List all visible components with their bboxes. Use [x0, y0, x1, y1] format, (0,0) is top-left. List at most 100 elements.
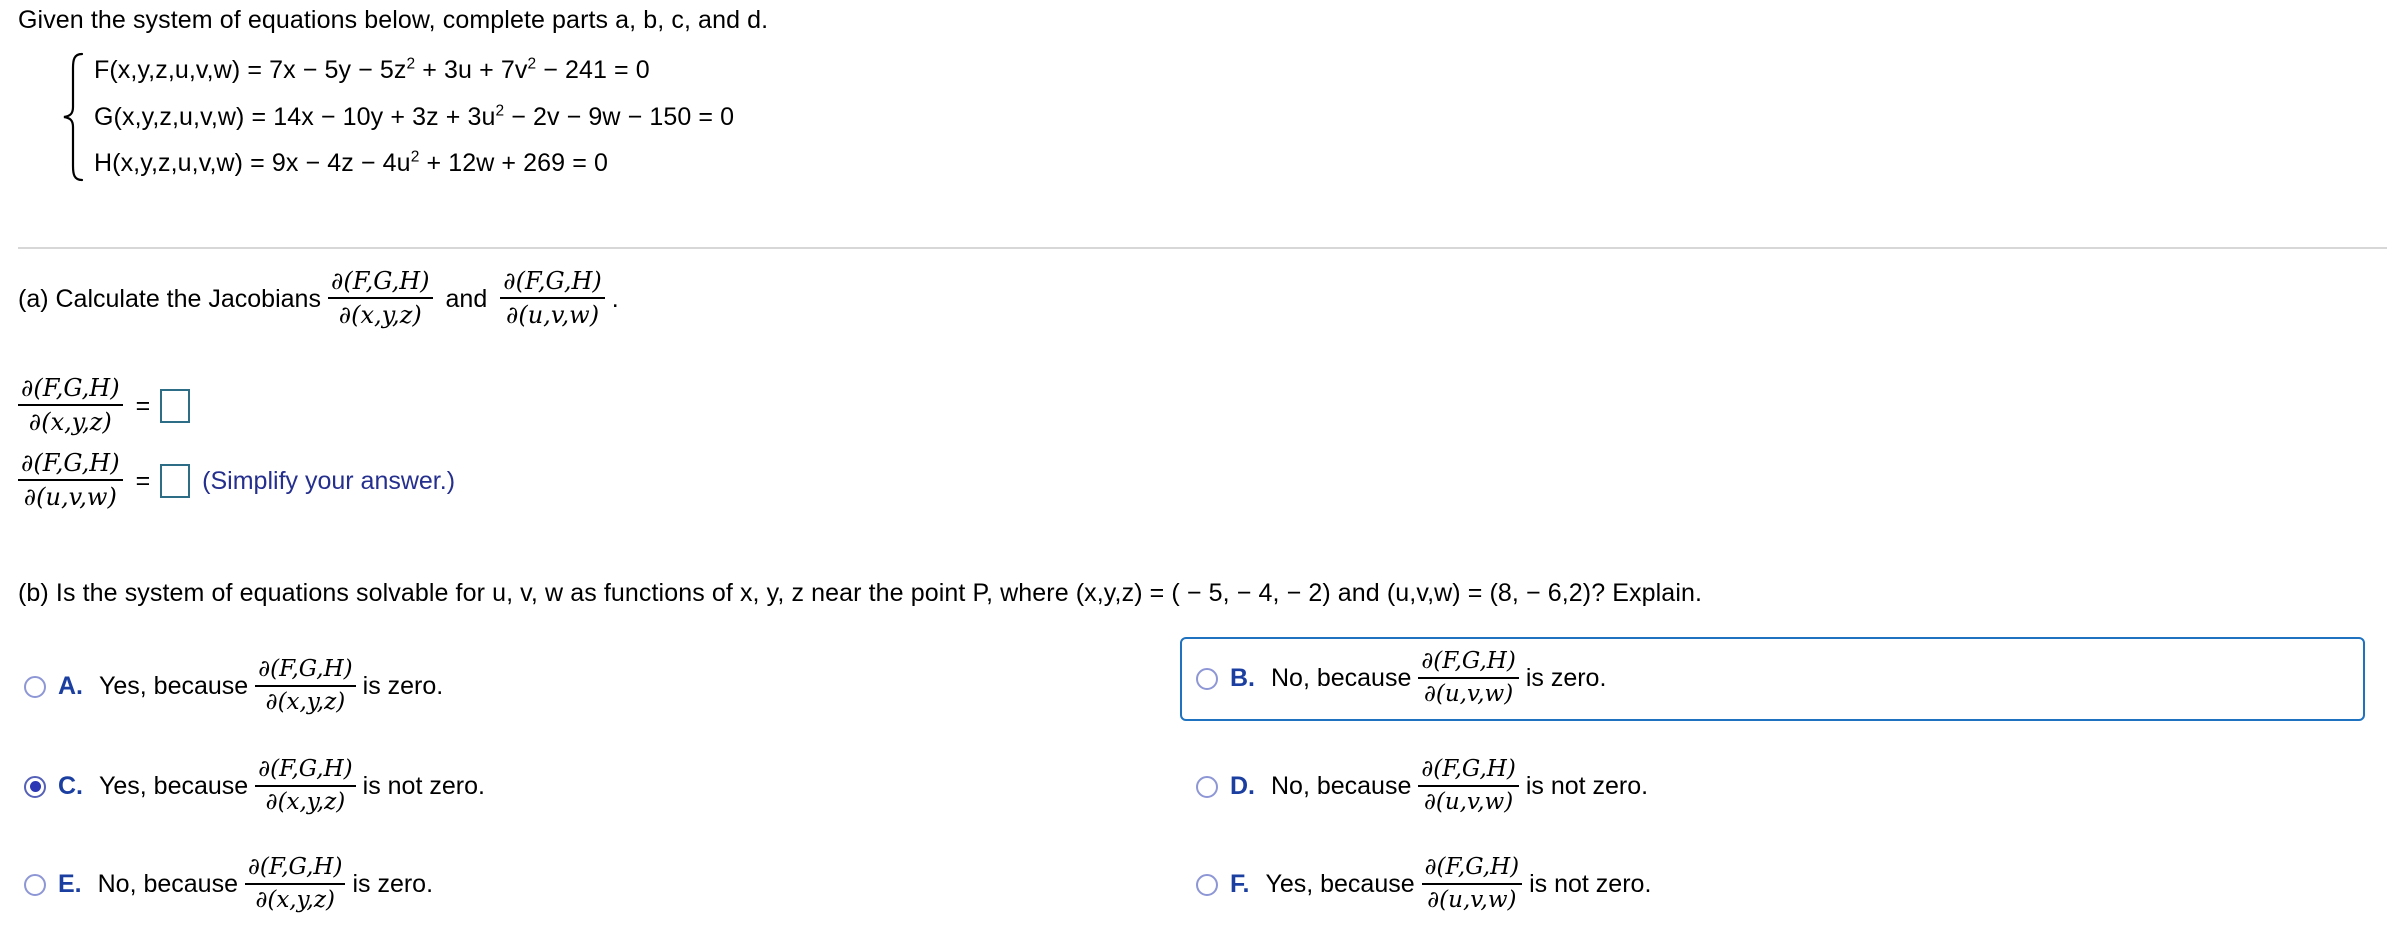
jacobian-denominator: ∂(u,v,w) — [505, 300, 600, 329]
jacobian-fgh-xyz: ∂(F,G,H) ∂(x,y,z) — [327, 267, 433, 329]
fraction-bar — [500, 297, 605, 299]
fraction-bar — [1418, 785, 1519, 787]
equation-H-lhs: H(x,y,z,u,v,w) — [94, 149, 244, 177]
answer-row-uvw: ∂(F,G,H) ∂(u,v,w) = (Simplify your answe… — [18, 449, 456, 512]
fraction-bar — [327, 297, 433, 299]
equals-sign: = — [135, 391, 151, 420]
choice-option-e[interactable]: E. No, because ∂(F,G,H) ∂(x,y,z) is zero… — [8, 843, 753, 927]
equation-F-seg2: + 3u + 7v — [415, 56, 528, 84]
jacobian-denominator: ∂(x,y,z) — [28, 407, 112, 436]
part-a-label: (a) Calculate the Jacobians — [18, 284, 321, 313]
equation-F: F(x,y,z,u,v,w) = 7x − 5y − 5z2 + 3u + 7v… — [94, 52, 734, 89]
radio-button-f[interactable] — [1196, 873, 1218, 896]
choice-option-d[interactable]: D. No, because ∂(F,G,H) ∂(u,v,w) is not … — [1180, 745, 2365, 829]
equation-F-seg1: = 7x − 5y − 5z — [247, 56, 407, 84]
choice-text-d-prefix: No, because — [1271, 772, 1412, 801]
radio-button-a[interactable] — [24, 675, 46, 698]
answer-row-xyz: ∂(F,G,H) ∂(x,y,z) = — [18, 374, 191, 437]
exercise-page: Given the system of equations below, com… — [0, 0, 2387, 930]
equation-H: H(x,y,z,u,v,w) = 9x − 4z − 4u2 + 12w + 2… — [94, 145, 734, 182]
equation-F-exp1: 2 — [406, 55, 416, 73]
fraction-bar — [245, 883, 346, 885]
choice-letter-b: B. — [1230, 664, 1255, 693]
choice-option-a[interactable]: A. Yes, because ∂(F,G,H) ∂(x,y,z) is zer… — [8, 645, 753, 729]
jacobian-numerator: ∂(F,G,H) — [503, 267, 602, 295]
jacobian-denominator: ∂(x,y,z) — [265, 788, 346, 815]
choice-text-f-suffix: is not zero. — [1529, 870, 1652, 899]
part-a-conjunction: and — [445, 284, 488, 313]
choice-text-b-suffix: is zero. — [1525, 664, 1607, 693]
choice-text-c-prefix: Yes, because — [99, 772, 249, 801]
jacobian-fgh-uvw: ∂(F,G,H) ∂(u,v,w) — [1421, 854, 1523, 914]
jacobian-numerator: ∂(F,G,H) — [1421, 756, 1516, 782]
choice-text-c-suffix: is not zero. — [362, 772, 485, 801]
choice-letter-d: D. — [1230, 772, 1255, 801]
choice-letter-c: C. — [58, 772, 83, 801]
equation-F-lhs: F(x,y,z,u,v,w) — [94, 56, 241, 84]
section-divider — [18, 247, 2387, 249]
choice-letter-e: E. — [58, 870, 82, 899]
choice-letter-a: A. — [58, 672, 83, 701]
jacobian-fgh-uvw: ∂(F,G,H) ∂(u,v,w) — [1418, 648, 1519, 708]
jacobian-denominator: ∂(u,v,w) — [1423, 788, 1514, 815]
radio-button-c[interactable] — [24, 775, 46, 798]
jacobian-numerator: ∂(F,G,H) — [248, 854, 343, 880]
choice-option-f[interactable]: F. Yes, because ∂(F,G,H) ∂(u,v,w) is not… — [1180, 843, 2365, 927]
choice-text-a-prefix: Yes, because — [99, 672, 249, 701]
fraction-bar — [18, 479, 123, 481]
jacobian-denominator: ∂(u,v,w) — [23, 482, 117, 511]
equation-F-seg3: − 241 = 0 — [536, 56, 650, 84]
jacobian-fgh-xyz: ∂(F,G,H) ∂(x,y,z) — [18, 374, 123, 436]
part-b-question: (b) Is the system of equations solvable … — [18, 579, 1703, 607]
equation-H-seg2: + 12w + 269 = 0 — [419, 149, 608, 177]
jacobian-fgh-xyz: ∂(F,G,H) ∂(x,y,z) — [255, 756, 356, 816]
choice-option-c[interactable]: C. Yes, because ∂(F,G,H) ∂(x,y,z) is not… — [8, 745, 753, 829]
equation-G-exp1: 2 — [495, 102, 505, 120]
jacobian-denominator: ∂(u,v,w) — [1423, 680, 1514, 707]
jacobian-numerator: ∂(F,G,H) — [258, 656, 353, 682]
answer-input-xyz[interactable] — [160, 389, 191, 424]
fraction-bar — [255, 785, 356, 787]
radio-button-e[interactable] — [24, 873, 46, 896]
fraction-bar — [1421, 883, 1523, 885]
equation-F-exp2: 2 — [527, 55, 537, 73]
equation-G-seg1: = 14x − 10y + 3z + 3u — [251, 102, 496, 131]
radio-button-d[interactable] — [1196, 775, 1218, 798]
curly-brace-icon — [60, 52, 86, 182]
jacobian-fgh-xyz: ∂(F,G,H) ∂(x,y,z) — [245, 854, 346, 914]
jacobian-denominator: ∂(x,y,z) — [265, 688, 346, 715]
answer-input-uvw[interactable] — [160, 464, 191, 499]
radio-button-b[interactable] — [1196, 667, 1218, 690]
equation-G-lhs: G(x,y,z,u,v,w) — [94, 102, 245, 131]
equation-list: F(x,y,z,u,v,w) = 7x − 5y − 5z2 + 3u + 7v… — [86, 52, 734, 182]
equals-sign: = — [135, 466, 151, 495]
choice-text-d-suffix: is not zero. — [1525, 772, 1649, 801]
simplify-hint: (Simplify your answer.) — [202, 466, 456, 495]
page-title: Given the system of equations below, com… — [18, 6, 769, 34]
choice-text-e-suffix: is zero. — [352, 870, 434, 899]
system-of-equations: F(x,y,z,u,v,w) = 7x − 5y − 5z2 + 3u + 7v… — [60, 52, 734, 182]
choice-text-e-prefix: No, because — [97, 870, 238, 899]
equation-G: G(x,y,z,u,v,w) = 14x − 10y + 3z + 3u2 − … — [94, 99, 734, 136]
jacobian-denominator: ∂(x,y,z) — [338, 300, 422, 329]
choice-text-f-prefix: Yes, because — [1265, 870, 1415, 899]
fraction-bar — [255, 685, 356, 687]
jacobian-fgh-uvw: ∂(F,G,H) ∂(u,v,w) — [1418, 756, 1519, 816]
jacobian-fgh-uvw: ∂(F,G,H) ∂(u,v,w) — [18, 449, 123, 511]
jacobian-numerator: ∂(F,G,H) — [1424, 854, 1520, 880]
fraction-bar — [1418, 677, 1519, 679]
jacobian-numerator: ∂(F,G,H) — [21, 449, 120, 477]
jacobian-numerator: ∂(F,G,H) — [21, 374, 120, 402]
jacobian-denominator: ∂(x,y,z) — [255, 886, 335, 913]
equation-G-seg2: − 2v − 9w − 150 = 0 — [504, 102, 735, 131]
jacobian-numerator: ∂(F,G,H) — [258, 756, 353, 782]
jacobian-denominator: ∂(u,v,w) — [1427, 886, 1517, 913]
choice-option-b[interactable]: B. No, because ∂(F,G,H) ∂(u,v,w) is zero… — [1180, 637, 2365, 721]
jacobian-numerator: ∂(F,G,H) — [330, 267, 430, 295]
choice-text-b-prefix: No, because — [1271, 664, 1412, 693]
part-a-prompt: (a) Calculate the Jacobians ∂(F,G,H) ∂(x… — [18, 267, 619, 330]
choice-letter-f: F. — [1230, 870, 1250, 899]
fraction-bar — [18, 404, 123, 406]
jacobian-fgh-xyz: ∂(F,G,H) ∂(x,y,z) — [255, 656, 356, 716]
jacobian-numerator: ∂(F,G,H) — [1421, 648, 1516, 674]
